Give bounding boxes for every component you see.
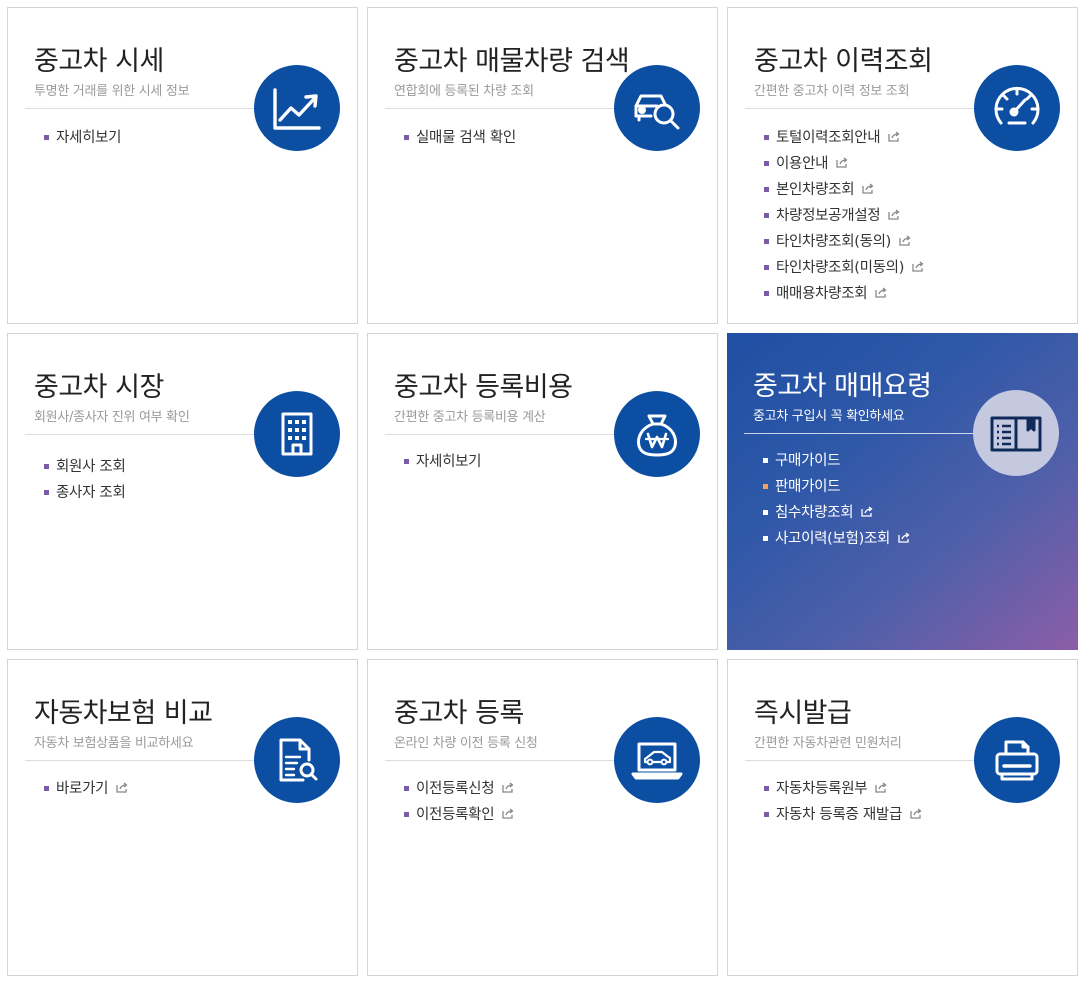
- link-real-listing-search[interactable]: 실매물 검색 확인: [404, 125, 516, 151]
- card-subtitle: 자동차 보험상품을 비교하세요: [34, 736, 194, 751]
- card-title: 즉시발급: [754, 698, 852, 729]
- link-transfer-registration-check[interactable]: 이전등록확인: [404, 802, 514, 828]
- card-title: 자동차보험 비교: [34, 698, 213, 729]
- link-go-shortcut[interactable]: 바로가기: [44, 776, 128, 802]
- link-list: 바로가기: [44, 776, 128, 802]
- link-member-company-lookup[interactable]: 회원사 조회: [44, 454, 126, 480]
- link-buying-guide[interactable]: 구매가이드: [763, 448, 910, 474]
- card-title: 중고차 이력조회: [754, 46, 933, 77]
- external-link-icon: [874, 286, 887, 299]
- chart-trend-icon: [254, 65, 340, 151]
- card-subtitle: 간편한 중고차 등록비용 계산: [394, 410, 546, 425]
- external-link-icon: [115, 781, 128, 794]
- link-details[interactable]: 자세히보기: [44, 125, 122, 151]
- card-subtitle: 투명한 거래를 위한 시세 정보: [34, 84, 190, 99]
- speedometer-icon: [974, 65, 1060, 151]
- link-registration-certificate-reissue[interactable]: 자동차 등록증 재발급: [764, 802, 922, 828]
- document-search-icon: [254, 717, 340, 803]
- link-usage-guide[interactable]: 이용안내: [764, 151, 924, 177]
- card-registration-cost: 중고차 등록비용 간편한 중고차 등록비용 계산 자세히보기: [367, 333, 718, 650]
- link-transfer-registration-apply[interactable]: 이전등록신청: [404, 776, 514, 802]
- card-used-car-market: 중고차 시장 회원사/종사자 진위 여부 확인 회원사 조회 종사자 조회: [7, 333, 358, 650]
- printer-icon: [974, 717, 1060, 803]
- external-link-icon: [909, 807, 922, 820]
- external-link-icon: [861, 182, 874, 195]
- card-subtitle: 연합회에 등록된 차량 조회: [394, 84, 534, 99]
- link-list: 구매가이드 판매가이드 침수차량조회 사고이력(보험)조회: [763, 448, 910, 552]
- link-list: 회원사 조회 종사자 조회: [44, 454, 126, 506]
- link-accident-history-lookup[interactable]: 사고이력(보험)조회: [763, 526, 910, 552]
- card-history-lookup: 중고차 이력조회 간편한 중고차 이력 정보 조회 토털이력조회안내 이용안내 …: [727, 7, 1078, 324]
- link-vehicle-register-record[interactable]: 자동차등록원부: [764, 776, 922, 802]
- card-title: 중고차 등록: [394, 698, 524, 729]
- card-subtitle: 간편한 자동차관련 민원처리: [754, 736, 902, 751]
- link-list: 실매물 검색 확인: [404, 125, 516, 151]
- book-icon: [973, 390, 1059, 476]
- external-link-icon: [835, 156, 848, 169]
- external-link-icon: [860, 505, 873, 518]
- external-link-icon: [874, 781, 887, 794]
- building-icon: [254, 391, 340, 477]
- card-car-listing-search: 중고차 매물차량 검색 연합회에 등록된 차량 조회 실매물 검색 확인: [367, 7, 718, 324]
- external-link-icon: [887, 208, 900, 221]
- link-other-vehicle-consent[interactable]: 타인차량조회(동의): [764, 229, 924, 255]
- card-title: 중고차 시세: [34, 46, 164, 77]
- card-subtitle: 간편한 중고차 이력 정보 조회: [754, 84, 910, 99]
- card-title: 중고차 등록비용: [394, 372, 573, 403]
- external-link-icon: [897, 531, 910, 544]
- card-instant-issue: 즉시발급 간편한 자동차관련 민원처리 자동차등록원부 자동차 등록증 재발급: [727, 659, 1078, 976]
- external-link-icon: [501, 781, 514, 794]
- card-title: 중고차 매물차량 검색: [394, 46, 630, 77]
- card-subtitle: 온라인 차량 이전 등록 신청: [394, 736, 538, 751]
- laptop-car-icon: [614, 717, 700, 803]
- card-subtitle: 중고차 구입시 꼭 확인하세요: [753, 409, 905, 424]
- card-title: 중고차 시장: [34, 372, 164, 403]
- link-vehicle-info-disclosure[interactable]: 차량정보공개설정: [764, 203, 924, 229]
- link-details[interactable]: 자세히보기: [404, 449, 482, 475]
- card-trading-tips: 중고차 매매요령 중고차 구입시 꼭 확인하세요 구매가이드 판매가이드 침수차…: [727, 333, 1078, 650]
- external-link-icon: [898, 234, 911, 247]
- card-subtitle: 회원사/종사자 진위 여부 확인: [34, 410, 190, 425]
- card-title: 중고차 매매요령: [753, 371, 932, 402]
- link-selling-guide[interactable]: 판매가이드: [763, 474, 910, 500]
- link-list: 자동차등록원부 자동차 등록증 재발급: [764, 776, 922, 828]
- link-list: 자세히보기: [404, 449, 482, 475]
- money-bag-icon: [614, 391, 700, 477]
- card-used-car-price: 중고차 시세 투명한 거래를 위한 시세 정보 자세히보기: [7, 7, 358, 324]
- link-other-vehicle-no-consent[interactable]: 타인차량조회(미동의): [764, 255, 924, 281]
- link-trade-vehicle-lookup[interactable]: 매매용차량조회: [764, 281, 924, 307]
- external-link-icon: [887, 130, 900, 143]
- external-link-icon: [911, 260, 924, 273]
- link-total-history-guide[interactable]: 토털이력조회안내: [764, 125, 924, 151]
- link-list: 이전등록신청 이전등록확인: [404, 776, 514, 828]
- external-link-icon: [501, 807, 514, 820]
- link-own-vehicle-lookup[interactable]: 본인차량조회: [764, 177, 924, 203]
- link-list: 자세히보기: [44, 125, 122, 151]
- link-flooded-vehicle-lookup[interactable]: 침수차량조회: [763, 500, 910, 526]
- card-insurance-compare: 자동차보험 비교 자동차 보험상품을 비교하세요 바로가기: [7, 659, 358, 976]
- link-employee-lookup[interactable]: 종사자 조회: [44, 480, 126, 506]
- card-used-car-registration: 중고차 등록 온라인 차량 이전 등록 신청 이전등록신청 이전등록확인: [367, 659, 718, 976]
- car-search-icon: [614, 65, 700, 151]
- link-list: 토털이력조회안내 이용안내 본인차량조회 차량정보공개설정 타인차량조회(동의)…: [764, 125, 924, 307]
